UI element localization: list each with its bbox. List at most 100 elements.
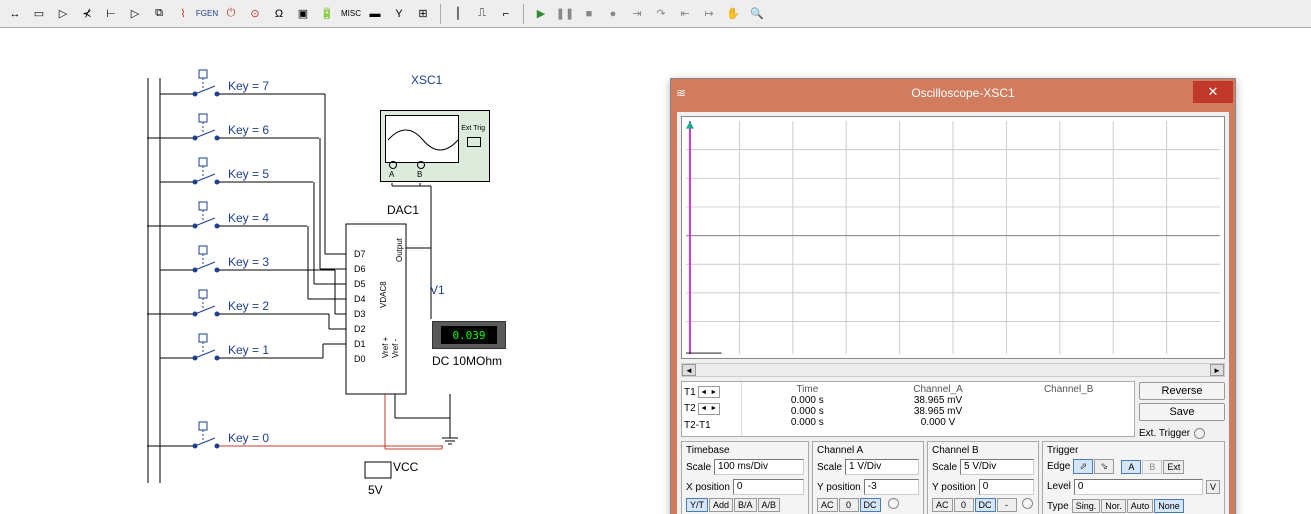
switch-7-label: Key = 7 [228,79,269,93]
instrument-label: XSC1 [411,73,442,87]
trigger-level-input[interactable]: 0 [1074,479,1203,495]
timebase-xpos-input[interactable]: 0 [733,479,804,495]
chb-ypos-input[interactable]: 0 [979,479,1034,495]
chb-scale-input[interactable]: 5 V/Div [960,459,1034,475]
cha-radio[interactable] [888,498,899,509]
vcc-label: VCC [393,460,418,474]
step-in-icon[interactable]: ⇥ [626,3,648,25]
step-out-icon[interactable]: ⇤ [674,3,696,25]
cha-dc-button[interactable]: DC [860,498,881,512]
svg-text:D7: D7 [354,249,366,259]
yt-button[interactable]: Y/T [686,498,708,512]
tool-place-icon[interactable]: ↔ [4,3,26,25]
tool-display-icon[interactable]: ▬ [364,3,386,25]
step-over-icon[interactable]: ↷ [650,3,672,25]
trig-ext-button[interactable]: Ext [1163,460,1184,474]
trig-auto-button[interactable]: Auto [1127,499,1154,513]
reverse-button[interactable]: Reverse [1139,382,1225,400]
tool-osc-icon[interactable]: ⌇ [172,3,194,25]
tool-antenna-icon[interactable]: Y [388,3,410,25]
switch-0-label: Key = 0 [228,431,269,445]
switch-4-label: Key = 4 [228,211,269,225]
tool-corner-icon[interactable]: ⌐ [495,3,517,25]
scope-display[interactable] [681,116,1225,359]
schematic-canvas[interactable]: D7 D6 D5 D4 D3 D2 D1 D0 Vref + Vref - VD… [0,28,1311,514]
switch-3-label: Key = 3 [228,255,269,269]
meter-mode-label: DC 10MOhm [432,354,502,368]
cha-ypos-input[interactable]: -3 [864,479,919,495]
chb-0-button[interactable]: 0 [954,498,974,512]
svg-text:VDAC8: VDAC8 [379,281,388,308]
trig-sing-button[interactable]: Sing. [1072,499,1101,513]
close-icon[interactable]: ✕ [1193,81,1233,103]
dac-label: DAC1 [387,203,419,217]
timebase-scale-input[interactable]: 100 ms/Div [714,459,804,475]
tool-misc-icon[interactable]: MISC [340,3,362,25]
trig-b-button[interactable]: B [1142,460,1162,474]
cha-scale-input[interactable]: 1 V/Div [845,459,919,475]
scope-hscroll[interactable]: ◄► [681,363,1225,377]
tool-filter-icon[interactable]: ⊞ [412,3,434,25]
trig-a-button[interactable]: A [1121,460,1141,474]
tool-gate-icon[interactable]: ▣ [292,3,314,25]
oscilloscope-titlebar[interactable]: ≋ Oscilloscope-XSC1 ✕ [671,79,1235,106]
switch-2-label: Key = 2 [228,299,269,313]
tool-zener-icon[interactable]: ⊀ [76,3,98,25]
tool-pwr-icon[interactable]: ⏻ [220,3,242,25]
play-icon[interactable]: ▶ [530,3,552,25]
vcc-value: 5V [368,483,383,497]
switch-6-label: Key = 6 [228,123,269,137]
chb-radio[interactable] [1022,498,1033,509]
rec-icon[interactable]: ● [602,3,624,25]
tool-transformer-icon[interactable]: ⧉ [148,3,170,25]
save-button[interactable]: Save [1139,403,1225,421]
ext-trigger-label: Ext. Trigger [1139,428,1190,439]
zoom-icon[interactable]: 🔍 [746,3,768,25]
chb-ac-button[interactable]: AC [932,498,953,512]
xsc1-instrument[interactable]: Ext Trig A B [380,110,490,182]
cha-0-button[interactable]: 0 [839,498,859,512]
switch-1-label: Key = 1 [228,343,269,357]
tool-transistor-icon[interactable]: ⊢ [100,3,122,25]
hand-icon[interactable]: ✋ [722,3,744,25]
t2-stepper[interactable]: ◄► [698,403,720,415]
trig-nor-button[interactable]: Nor. [1101,499,1126,513]
t1-stepper[interactable]: ◄► [698,386,720,398]
tool-opamp-icon[interactable]: ▷ [124,3,146,25]
svg-text:D4: D4 [354,294,366,304]
tool-amg-icon[interactable]: ⊙ [244,3,266,25]
ba-button[interactable]: B/A [734,498,757,512]
tool-diode-icon[interactable]: ▷ [52,3,74,25]
trig-none-button[interactable]: None [1154,499,1184,513]
ab-button[interactable]: A/B [758,498,781,512]
oscilloscope-window[interactable]: ≋ Oscilloscope-XSC1 ✕ [670,78,1236,514]
tool-fgen-icon[interactable]: FGEN [196,3,218,25]
svg-text:Vref +: Vref + [381,336,390,358]
channel-b-panel: Channel B Scale5 V/Div Y position0 AC 0 … [927,441,1039,514]
svg-text:Vref -: Vref - [391,338,400,358]
trigger-level-unit[interactable]: V [1206,480,1220,494]
channel-a-panel: Channel A Scale1 V/Div Y position-3 AC 0… [812,441,924,514]
oscilloscope-title: Oscilloscope-XSC1 [691,86,1235,100]
tool-trace-icon[interactable]: ⎍ [471,3,493,25]
edge-rise-icon[interactable]: ⬀ [1073,459,1093,474]
chb-minus-button[interactable]: - [997,498,1017,512]
svg-text:D6: D6 [354,264,366,274]
cha-ac-button[interactable]: AC [817,498,838,512]
svg-text:Output: Output [395,237,404,262]
tool-multimeter-icon[interactable]: ▭ [28,3,50,25]
multimeter-v1[interactable]: 0.039 [432,321,506,349]
stop-icon[interactable]: ■ [578,3,600,25]
tool-battery-icon[interactable]: 🔋 [316,3,338,25]
tool-om-icon[interactable]: Ω [268,3,290,25]
pause-icon[interactable]: ❚❚ [554,3,576,25]
edge-fall-icon[interactable]: ⬂ [1094,459,1114,474]
ext-trigger-radio[interactable] [1194,428,1205,439]
step-icon[interactable]: ↦ [698,3,720,25]
ext-trig-label: Ext Trig [461,125,485,132]
trigger-panel: Trigger Edge ⬀ ⬂ A B Ext Level 0 V [1042,441,1225,514]
tool-vline-icon[interactable]: ⎮ [447,3,469,25]
multimeter-reading: 0.039 [441,326,497,344]
chb-dc-button[interactable]: DC [975,498,996,512]
add-button[interactable]: Add [709,498,733,512]
